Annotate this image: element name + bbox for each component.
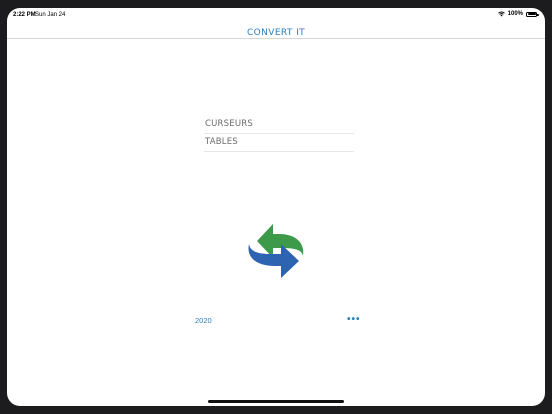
status-indicators: 100% [497, 11, 539, 17]
battery-icon [526, 11, 539, 17]
status-bar: 2:22 PM Sun Jan 24 100% [7, 8, 545, 22]
device-frame: 2:22 PM Sun Jan 24 100% CONVERT IT CURSE… [0, 0, 552, 414]
navigation-bar: CONVERT IT [7, 22, 545, 39]
menu-item-curseurs[interactable]: CURSEURS [204, 116, 354, 134]
app-screen: 2:22 PM Sun Jan 24 100% CONVERT IT CURSE… [7, 8, 545, 406]
convert-arrows-logo [248, 224, 304, 278]
page-title: CONVERT IT [246, 28, 306, 38]
menu-item-tables[interactable]: TABLES [204, 134, 354, 152]
home-indicator[interactable] [208, 400, 344, 403]
more-icon[interactable]: ••• [347, 314, 361, 325]
battery-percent: 100% [507, 11, 523, 17]
status-time: 2:22 PM [13, 12, 36, 18]
menu-list: CURSEURS TABLES [204, 116, 354, 152]
status-date: Sun Jan 24 [35, 12, 66, 18]
green-arrow [257, 224, 304, 258]
blue-arrow [248, 244, 299, 278]
wifi-icon [497, 11, 505, 17]
year-label: 2020 [195, 316, 212, 325]
